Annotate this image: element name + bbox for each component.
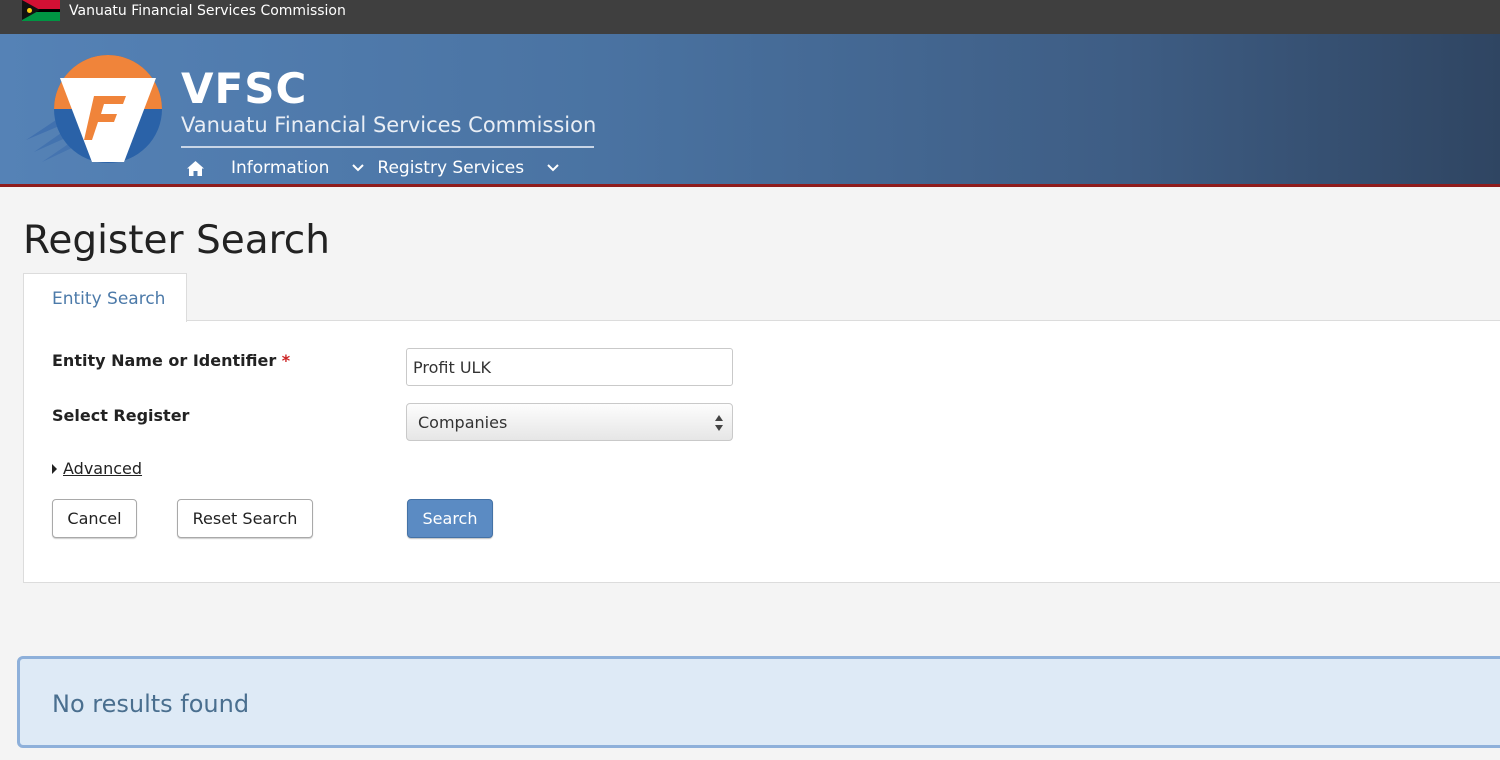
- select-arrows-icon: [715, 415, 723, 431]
- advanced-link[interactable]: Advanced: [63, 458, 142, 480]
- vfsc-logo-icon[interactable]: [24, 54, 166, 164]
- entity-name-label: Entity Name or Identifier *: [52, 350, 290, 372]
- alert-message: No results found: [52, 690, 250, 718]
- caret-right-icon: [52, 464, 57, 474]
- brand-subtitle: Vanuatu Financial Services Commission: [181, 113, 597, 137]
- search-button[interactable]: Search: [407, 499, 493, 538]
- register-select[interactable]: Companies: [406, 403, 733, 441]
- required-mark: *: [281, 351, 291, 370]
- chevron-down-icon: [351, 161, 365, 175]
- entity-name-input[interactable]: [406, 348, 733, 386]
- home-icon[interactable]: [183, 156, 207, 180]
- chevron-down-icon: [546, 161, 560, 175]
- select-register-label: Select Register: [52, 406, 190, 425]
- nav-item-information[interactable]: Information: [231, 157, 377, 179]
- no-results-alert: No results found: [17, 656, 1500, 748]
- search-panel: Entity Name or Identifier * Select Regis…: [23, 320, 1500, 583]
- page-title: Register Search: [23, 218, 330, 263]
- advanced-toggle[interactable]: Advanced: [52, 458, 142, 480]
- vanuatu-flag-icon: [22, 0, 60, 21]
- reset-search-button[interactable]: Reset Search: [177, 499, 313, 538]
- nav-item-registry-services[interactable]: Registry Services: [377, 157, 572, 179]
- tab-entity-search[interactable]: Entity Search: [23, 273, 187, 322]
- brand-divider: [181, 146, 594, 148]
- entity-name-label-text: Entity Name or Identifier: [52, 351, 277, 370]
- cancel-button[interactable]: Cancel: [52, 499, 137, 538]
- register-select-value: Companies: [418, 413, 508, 432]
- tab-label: Entity Search: [52, 289, 166, 309]
- site-header: VFSC Vanuatu Financial Services Commissi…: [0, 34, 1500, 187]
- top-bar: Vanuatu Financial Services Commission: [0, 0, 1500, 34]
- nav-item-label: Registry Services: [377, 158, 525, 178]
- main-nav: Information Registry Services: [183, 154, 572, 182]
- nav-item-label: Information: [231, 158, 330, 178]
- topbar-title: Vanuatu Financial Services Commission: [69, 3, 346, 19]
- brand-name: VFSC: [181, 64, 308, 113]
